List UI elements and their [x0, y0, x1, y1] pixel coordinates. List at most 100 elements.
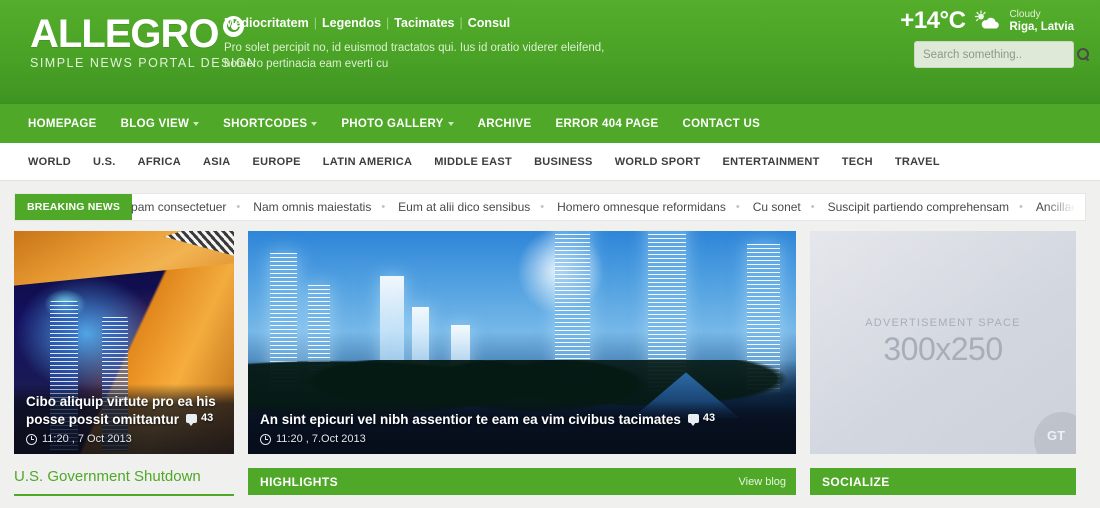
header-link-3[interactable]: Consul	[468, 16, 510, 30]
breaking-news-bar: BREAKING NEWS pam consectetuer • Nam omn…	[14, 193, 1086, 221]
logo-wordmark: ALLEGRO	[30, 12, 220, 56]
ticker-separator: •	[1019, 201, 1023, 213]
bottom-column-right: SOCIALIZE	[810, 468, 1076, 495]
breaking-news-ticker[interactable]: pam consectetuer • Nam omnis maiestatis …	[128, 194, 1085, 220]
highlights-title: HIGHLIGHTS	[260, 474, 338, 489]
comment-count-badge: 43	[186, 410, 213, 427]
ticker-item[interactable]: pam consectetuer	[128, 200, 226, 214]
header-text-block: Mediocritatem | Legendos | Tacimates | Consul …	[224, 16, 644, 72]
featured-title-left[interactable]: Cibo aliquip virtute pro ea his posse po…	[26, 393, 222, 428]
subnav-item-africa[interactable]: AFRICA	[138, 156, 181, 168]
socialize-title: SOCIALIZE	[822, 474, 890, 489]
weather-temperature: +14°C	[900, 7, 966, 34]
nav-label: CONTACT US	[682, 117, 761, 130]
nav-item-shortcodes[interactable]: SHORTCODES	[223, 117, 318, 130]
section-title-shutdown[interactable]: U.S. Government Shutdown	[14, 468, 234, 494]
header-description: Pro solet percipit no, id euismod tracta…	[224, 42, 605, 70]
weather-location-block: Cloudy Riga, Latvia	[1009, 8, 1074, 34]
clock-icon	[26, 433, 37, 445]
chevron-down-icon	[193, 121, 200, 126]
subnav-item-europe[interactable]: EUROPE	[252, 156, 300, 168]
featured-timestamp-left: 11:20 , 7 Oct 2013	[42, 433, 132, 445]
nav-item-photo-gallery[interactable]: PHOTO GALLERY	[341, 117, 454, 130]
featured-meta-center: 11:20 , 7.Oct 2013	[260, 433, 784, 445]
category-navigation: WORLD U.S. AFRICA ASIA EUROPE LATIN AMER…	[0, 143, 1100, 181]
subnav-item-us[interactable]: U.S.	[93, 156, 116, 168]
nav-label: SHORTCODES	[223, 117, 308, 130]
advertisement-placeholder[interactable]: ADVERTISEMENT SPACE 300x250 GT	[810, 231, 1076, 454]
weather-widget: +14°C Cloudy Riga, Latvia	[900, 8, 1074, 34]
ad-size-text: 300x250	[883, 331, 1003, 367]
comment-count: 43	[201, 412, 214, 424]
featured-title-center[interactable]: An sint epicuri vel nibh assentior te ea…	[260, 410, 784, 428]
featured-caption-center: An sint epicuri vel nibh assentior te ea…	[248, 401, 796, 454]
subnav-item-world[interactable]: WORLD	[28, 156, 71, 168]
chevron-down-icon	[447, 121, 454, 126]
bottom-column-left: U.S. Government Shutdown	[14, 468, 234, 496]
subnav-item-world-sport[interactable]: WORLD SPORT	[615, 156, 701, 168]
header-link-2[interactable]: Tacimates	[394, 16, 454, 30]
ticker-item[interactable]: Eum at alii dico sensibus	[395, 200, 530, 214]
link-separator: |	[386, 16, 390, 30]
main-navigation: HOMEPAGE BLOG VIEW SHORTCODES PHOTO GALL…	[0, 103, 1100, 143]
subnav-item-travel[interactable]: TRAVEL	[895, 156, 940, 168]
chevron-down-icon	[311, 121, 318, 126]
subnav-item-business[interactable]: BUSINESS	[534, 156, 593, 168]
ticker-separator: •	[735, 201, 740, 213]
site-header: ALLEGRO SIMPLE NEWS PORTAL DESIGN Medioc…	[0, 0, 1100, 103]
nav-label: ARCHIVE	[477, 117, 532, 130]
weather-location: Riga, Latvia	[1009, 21, 1074, 33]
ticker-separator: •	[381, 201, 386, 213]
weather-condition: Cloudy	[1009, 9, 1041, 20]
nav-item-blog-view[interactable]: BLOG VIEW	[121, 118, 200, 130]
search-box[interactable]	[914, 41, 1089, 68]
featured-card-center[interactable]: An sint epicuri vel nibh assentior te ea…	[248, 231, 796, 454]
nav-label: HOMEPAGE	[28, 117, 97, 130]
nav-item-homepage[interactable]: HOMEPAGE	[28, 118, 97, 130]
ticker-item[interactable]: Cu sonet	[750, 200, 801, 214]
nav-item-error-404[interactable]: ERROR 404 PAGE	[555, 118, 658, 130]
header-top-links: Mediocritatem | Legendos | Tacimates | Consul	[224, 16, 644, 30]
ad-label: ADVERTISEMENT SPACE	[865, 317, 1021, 329]
title-text: An sint epicuri vel nibh assentior te ea…	[260, 412, 681, 427]
header-link-1[interactable]: Legendos	[322, 16, 381, 30]
subnav-item-latin-america[interactable]: LATIN AMERICA	[323, 156, 412, 168]
subnav-item-tech[interactable]: TECH	[842, 156, 873, 168]
bottom-column-center: HIGHLIGHTS View blog	[248, 468, 796, 495]
featured-row: Cibo aliquip virtute pro ea his posse po…	[0, 221, 1100, 454]
link-separator: |	[459, 16, 463, 30]
nav-label: ERROR 404 PAGE	[555, 117, 659, 130]
ticker-separator: •	[236, 201, 241, 213]
header-link-0[interactable]: Mediocritatem	[224, 16, 309, 30]
featured-meta-left: 11:20 , 7 Oct 2013	[26, 433, 222, 445]
comment-bubble-icon	[687, 414, 699, 426]
breaking-news-wrapper: BREAKING NEWS pam consectetuer • Nam omn…	[0, 181, 1100, 221]
view-blog-link[interactable]: View blog	[739, 476, 787, 488]
nav-label: PHOTO GALLERY	[341, 117, 444, 130]
nav-label: BLOG VIEW	[120, 117, 190, 130]
featured-timestamp-center: 11:20 , 7.Oct 2013	[276, 433, 366, 445]
ticker-separator: •	[810, 201, 815, 213]
highlights-header: HIGHLIGHTS View blog	[248, 468, 796, 495]
ticker-item[interactable]: Homero omnesque reformidans	[554, 200, 726, 214]
link-separator: |	[313, 16, 317, 30]
bottom-row: U.S. Government Shutdown HIGHLIGHTS View…	[0, 454, 1100, 496]
search-input[interactable]	[923, 48, 1077, 61]
ticker-item[interactable]: Nam omnis maiestatis	[250, 200, 371, 214]
featured-card-left[interactable]: Cibo aliquip virtute pro ea his posse po…	[14, 231, 234, 454]
socialize-header: SOCIALIZE	[810, 468, 1076, 495]
subnav-item-asia[interactable]: ASIA	[203, 156, 230, 168]
featured-caption-left: Cibo aliquip virtute pro ea his posse po…	[14, 384, 234, 454]
ticker-fade-overlay	[1045, 194, 1085, 220]
subnav-item-middle-east[interactable]: MIDDLE EAST	[434, 156, 512, 168]
ad-watermark-icon: GT	[1034, 412, 1076, 454]
watermark-text: GT	[1046, 427, 1066, 443]
subnav-item-entertainment[interactable]: ENTERTAINMENT	[723, 156, 820, 168]
sun-behind-cloud-icon	[974, 10, 1000, 32]
nav-item-contact-us[interactable]: CONTACT US	[683, 118, 761, 130]
ticker-item[interactable]: Suscipit partiendo comprehensam	[825, 200, 1009, 214]
search-icon[interactable]	[1077, 48, 1090, 61]
ticker-separator: •	[540, 201, 545, 213]
nav-item-archive[interactable]: ARCHIVE	[478, 118, 532, 130]
clock-icon	[260, 433, 271, 445]
